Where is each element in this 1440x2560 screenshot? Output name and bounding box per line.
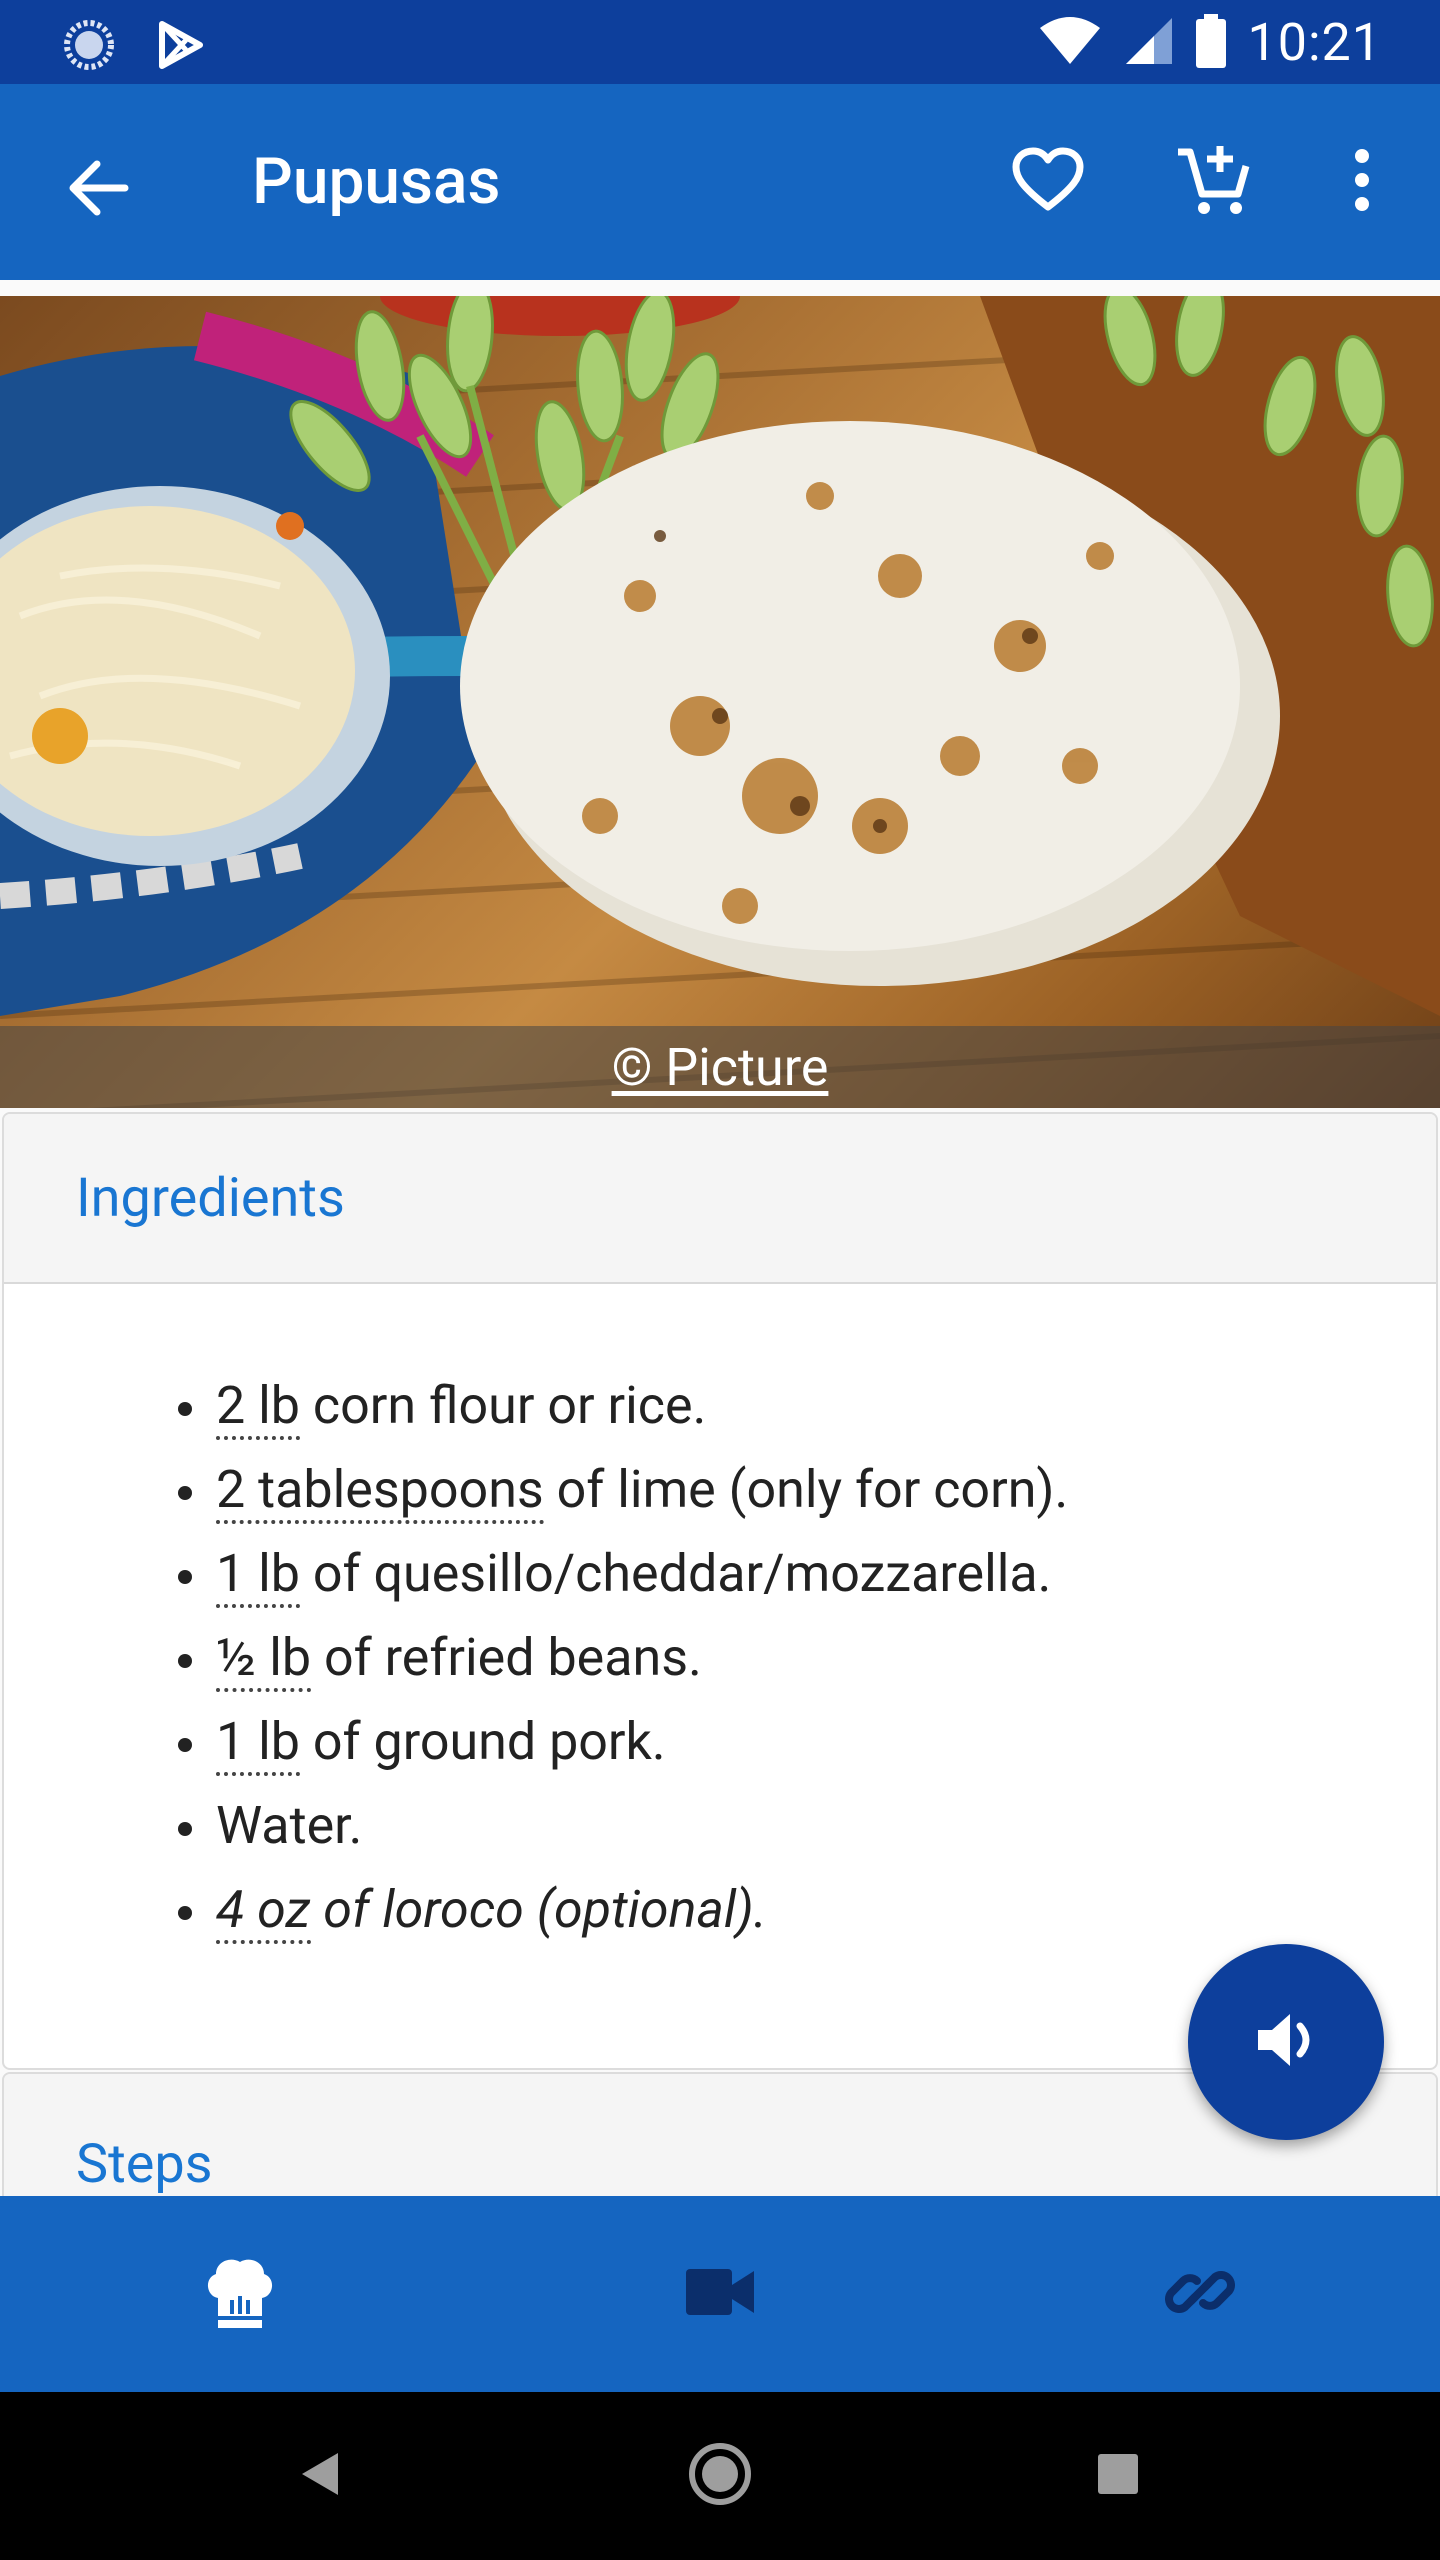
nav-video[interactable]	[480, 2196, 960, 2392]
nav-link[interactable]	[960, 2196, 1440, 2392]
ingredient-text: of ground pork.	[299, 1711, 666, 1772]
system-recents-button[interactable]	[1078, 2392, 1158, 2560]
signal-icon	[1124, 16, 1174, 70]
system-back-button[interactable]	[280, 2392, 360, 2560]
ingredient-quantity[interactable]: 2 tablespoons	[216, 1459, 544, 1524]
link-icon	[1165, 2257, 1235, 2331]
photo-credit-link[interactable]: © Picture	[612, 1037, 829, 1098]
chef-hat-icon	[204, 2254, 276, 2334]
ingredient-quantity[interactable]: 2 lb	[216, 1375, 300, 1440]
ingredient-item: 2 lb corn flour or rice.	[4, 1364, 1436, 1448]
add-to-cart-icon	[1176, 142, 1252, 222]
ingredient-text: Water.	[216, 1795, 363, 1856]
arrow-back-icon	[67, 160, 129, 220]
bottom-navigation	[0, 2196, 1440, 2392]
ingredient-text: corn flour or rice.	[299, 1375, 707, 1436]
ingredient-quantity[interactable]: ½ lb	[216, 1627, 312, 1692]
read-aloud-button[interactable]	[1188, 1944, 1384, 2140]
ingredient-text: of refried beans.	[311, 1627, 702, 1688]
ingredients-title: Ingredients	[76, 1166, 345, 1230]
steps-title: Steps	[76, 2133, 213, 2196]
volume-icon	[1250, 2004, 1322, 2080]
ingredient-item: Water.	[4, 1784, 1436, 1868]
more-vert-icon	[1352, 148, 1372, 216]
ingredient-quantity[interactable]: 4 oz	[216, 1879, 311, 1944]
app-bar: Pupusas	[0, 84, 1440, 280]
system-home-button[interactable]	[680, 2392, 760, 2560]
page-title: Pupusas	[252, 144, 501, 219]
ingredient-item: 2 tablespoons of lime (only for corn).	[4, 1448, 1436, 1532]
ingredients-header[interactable]: Ingredients	[4, 1114, 1436, 1284]
add-to-cart-button[interactable]	[1164, 132, 1264, 232]
ingredients-list: 2 lb corn flour or rice. 2 tablespoons o…	[4, 1284, 1436, 1952]
status-bar: 10:21	[0, 0, 1440, 84]
ingredient-quantity[interactable]: 1 lb	[216, 1711, 300, 1776]
circle-home-icon	[687, 2441, 753, 2511]
more-options-button[interactable]	[1312, 132, 1412, 232]
ingredient-item: 1 lb of ground pork.	[4, 1700, 1436, 1784]
square-recents-icon	[1096, 2452, 1140, 2500]
ingredient-item: 1 lb of quesillo/cheddar/mozzarella.	[4, 1532, 1436, 1616]
system-navigation-bar	[0, 2392, 1440, 2560]
favorite-button[interactable]	[998, 132, 1098, 232]
back-button[interactable]	[48, 140, 148, 240]
play-store-icon	[156, 20, 206, 74]
battery-icon	[1195, 13, 1226, 72]
sync-icon	[62, 18, 116, 76]
heart-outline-icon	[1012, 147, 1084, 217]
wifi-icon	[1038, 16, 1102, 70]
video-camera-icon	[686, 2269, 754, 2319]
ingredient-quantity[interactable]: 1 lb	[216, 1543, 300, 1608]
triangle-back-icon	[298, 2449, 342, 2503]
photo-credit-bar: © Picture	[0, 1026, 1440, 1108]
ingredient-item: ½ lb of refried beans.	[4, 1616, 1436, 1700]
status-time: 10:21	[1247, 12, 1382, 73]
ingredients-card: Ingredients 2 lb corn flour or rice. 2 t…	[2, 1112, 1438, 2070]
ingredient-text: of lime (only for corn).	[543, 1459, 1069, 1520]
nav-recipe[interactable]	[0, 2196, 480, 2392]
ingredient-text: of quesillo/cheddar/mozzarella.	[299, 1543, 1052, 1604]
ingredient-item-optional: 4 oz of loroco (optional).	[4, 1868, 1436, 1952]
ingredient-text: of loroco (optional).	[310, 1879, 768, 1940]
recipe-photo: © Picture	[0, 296, 1440, 1108]
